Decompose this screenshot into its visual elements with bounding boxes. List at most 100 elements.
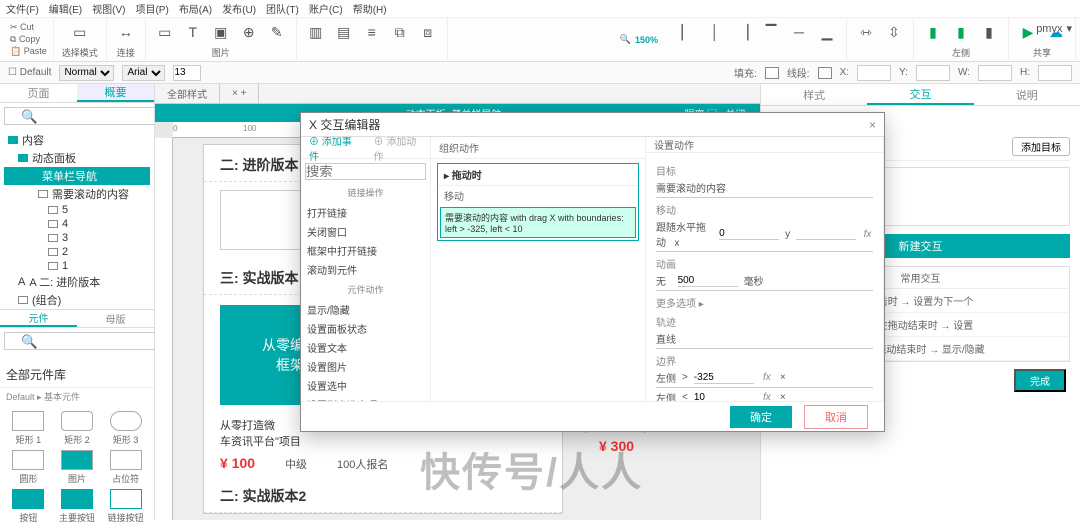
tree-item[interactable]: 内容 (4, 131, 150, 149)
dist-h-icon[interactable]: ⇿ (855, 21, 877, 43)
select-mode-icon[interactable]: ▭ (69, 21, 91, 43)
user-menu[interactable]: pmyx ▾ (1036, 22, 1072, 35)
tab-widgets[interactable]: 元件 (0, 310, 77, 327)
tree-item[interactable]: 4 (4, 217, 150, 231)
dist-v-icon[interactable]: ⇳ (883, 21, 905, 43)
fill-swatch[interactable] (765, 67, 779, 79)
align-left-icon[interactable]: ▏ (676, 21, 698, 43)
tab-interactions[interactable]: 交互 (867, 84, 973, 105)
fontface-select[interactable]: Arial (122, 65, 165, 81)
widget-shape[interactable]: 按钮 (6, 489, 51, 524)
add-target-button[interactable]: 添加目标 (1012, 137, 1070, 156)
bound-row[interactable]: 左侧>fx× (656, 368, 873, 388)
tab-outline[interactable]: 概要 (77, 84, 154, 102)
fontsize-input[interactable] (173, 65, 201, 81)
split-v-icon[interactable]: ▤ (333, 21, 355, 43)
bar-grey-icon[interactable]: ▮ (978, 21, 1000, 43)
action-item[interactable]: 滚动到元件 (307, 260, 424, 279)
x-input[interactable] (857, 65, 891, 81)
tree-item[interactable]: 需要滚动的内容 (4, 185, 150, 203)
action-detail[interactable]: 需要滚动的内容 with drag X with boundaries: lef… (440, 207, 636, 238)
menu-edit[interactable]: 编辑(E) (49, 1, 82, 16)
canvas-tab-add[interactable]: × + (220, 84, 259, 103)
tree-item[interactable]: 菜单栏导航 (4, 167, 150, 185)
tree-item[interactable]: AA 二: 进阶版本 (4, 273, 150, 291)
insert-tool-icon[interactable]: ⊕ (238, 21, 260, 43)
action-item[interactable]: 关闭窗口 (307, 222, 424, 241)
group-icon[interactable]: ⧉ (389, 21, 411, 43)
w-input[interactable] (978, 65, 1012, 81)
tree-item[interactable]: 3 (4, 231, 150, 245)
h-input[interactable] (1038, 65, 1072, 81)
widget-shape[interactable]: 主要按钮 (55, 489, 100, 524)
action-search[interactable] (305, 163, 426, 180)
form-value[interactable]: 无 毫秒 (656, 271, 873, 291)
close-icon[interactable]: × (869, 118, 876, 132)
widget-shape[interactable]: 链接按钮 (103, 489, 148, 524)
ungroup-icon[interactable]: ⧈ (417, 21, 439, 43)
widget-shape[interactable]: 矩形 2 (55, 411, 100, 446)
tab-style[interactable]: 样式 (761, 84, 867, 105)
action-item[interactable]: 显示/隐藏 (307, 300, 424, 319)
tree-item[interactable]: 1 (4, 259, 150, 273)
align-mid-icon[interactable]: ─ (788, 21, 810, 43)
event-name[interactable]: ▸ 拖动时 (438, 164, 638, 186)
action-name[interactable]: 移动 (438, 186, 638, 205)
menu-file[interactable]: 文件(F) (6, 1, 39, 16)
tree-item[interactable]: (组合) (4, 291, 150, 309)
widget-shape[interactable]: 圆形 (6, 450, 51, 485)
action-item[interactable]: 框架中打开链接 (307, 241, 424, 260)
text-tool-icon[interactable]: T (182, 21, 204, 43)
action-item[interactable]: 设置文本 (307, 338, 424, 357)
y-input[interactable] (916, 65, 950, 81)
ruler-icon[interactable]: ≡ (361, 21, 383, 43)
tab-masters[interactable]: 母版 (77, 310, 154, 327)
done-button[interactable]: 完成 (1014, 369, 1066, 392)
form-value[interactable]: 需要滚动的内容 (656, 178, 873, 198)
tree-item[interactable]: 5 (4, 203, 150, 217)
menu-layout[interactable]: 布局(A) (179, 1, 212, 16)
widget-shape[interactable]: 图片 (55, 450, 100, 485)
tab-pages[interactable]: 页面 (0, 84, 77, 102)
canvas-tab[interactable]: 全部样式 (155, 84, 220, 103)
action-item[interactable]: 打开链接 (307, 203, 424, 222)
bound-row[interactable]: 左侧<fx× (656, 388, 873, 401)
image-tool-icon[interactable]: ▣ (210, 21, 232, 43)
bar-green-icon[interactable]: ▮ (922, 21, 944, 43)
copy-button[interactable]: ⧉ Copy (10, 34, 47, 45)
line-swatch[interactable] (818, 67, 832, 79)
form-value[interactable]: 直线 (656, 329, 873, 349)
ok-button[interactable]: 确定 (730, 406, 792, 428)
action-item[interactable]: 设置图片 (307, 357, 424, 376)
cancel-button[interactable]: 取消 (804, 405, 868, 429)
split-h-icon[interactable]: ▥ (305, 21, 327, 43)
menu-help[interactable]: 帮助(H) (353, 1, 387, 16)
tree-item[interactable]: 2 (4, 245, 150, 259)
font-select[interactable]: Normal (59, 65, 114, 81)
cut-button[interactable]: ✂ Cut (10, 22, 47, 33)
add-action-tab[interactable]: ⊕ 添加动作 (366, 137, 431, 163)
zoom-control[interactable]: 🔍 150% (620, 34, 658, 45)
tree-item[interactable]: 动态面板 (4, 149, 150, 167)
form-value[interactable]: 跟随水平拖动 x y fx (656, 217, 873, 252)
tab-notes[interactable]: 说明 (974, 84, 1080, 105)
menu-team[interactable]: 团队(T) (266, 1, 299, 16)
rect-tool-icon[interactable]: ▭ (154, 21, 176, 43)
widget-shape[interactable]: 矩形 1 (6, 411, 51, 446)
widget-shape[interactable]: 占位符 (103, 450, 148, 485)
add-event-tab[interactable]: ⊕ 添加事件 (301, 137, 366, 163)
menu-publish[interactable]: 发布(U) (222, 1, 256, 16)
align-top-icon[interactable]: ▔ (760, 21, 782, 43)
align-bot-icon[interactable]: ▁ (816, 21, 838, 43)
pen-tool-icon[interactable]: ✎ (266, 21, 288, 43)
bar-green2-icon[interactable]: ▮ (950, 21, 972, 43)
align-center-icon[interactable]: │ (704, 21, 726, 43)
menu-project[interactable]: 项目(P) (135, 1, 168, 16)
paste-button[interactable]: 📋 Paste (10, 46, 47, 57)
widget-shape[interactable]: 矩形 3 (103, 411, 148, 446)
library-label[interactable]: 全部元件库 (0, 362, 154, 388)
align-right-icon[interactable]: ▕ (732, 21, 754, 43)
menu-account[interactable]: 账户(C) (309, 1, 343, 16)
action-item[interactable]: 设置面板状态 (307, 319, 424, 338)
menu-view[interactable]: 视图(V) (92, 1, 125, 16)
